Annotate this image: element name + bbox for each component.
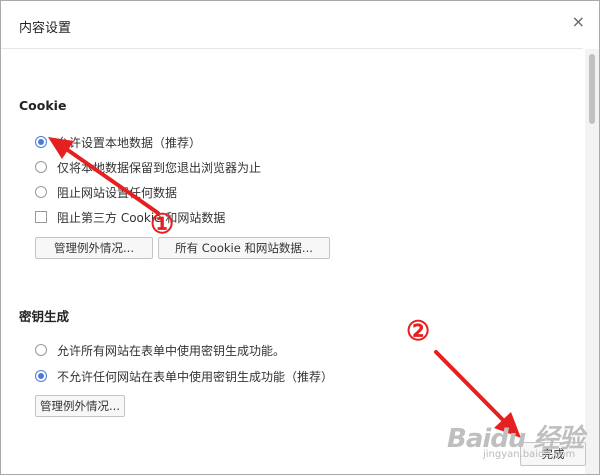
annotation-marker-2: ②: [406, 316, 431, 347]
radio-button-selected[interactable]: [35, 136, 47, 148]
annotation-marker-1: ①: [150, 209, 175, 240]
radio-button-selected[interactable]: [35, 370, 47, 382]
keygen-option-allow-label: 允许所有网站在表单中使用密钥生成功能。: [57, 343, 286, 358]
keygen-manage-exceptions-button[interactable]: 管理例外情况...: [35, 395, 125, 417]
keygen-section-heading: 密钥生成: [19, 309, 70, 324]
scrollbar-thumb[interactable]: [589, 54, 595, 124]
cookie-option-session-only[interactable]: 仅将本地数据保留到您退出浏览器为止: [35, 158, 261, 176]
radio-button[interactable]: [35, 161, 47, 173]
baidu-watermark-url: jingyan.baidu.com: [483, 449, 576, 460]
third-party-checkbox[interactable]: [35, 211, 47, 223]
keygen-option-disallow-label: 不允许任何网站在表单中使用密钥生成功能（推荐）: [57, 369, 334, 384]
cookie-manage-exceptions-button[interactable]: 管理例外情况...: [35, 237, 153, 259]
block-third-party-cookies[interactable]: 阻止第三方 Cookie 和网站数据: [35, 208, 225, 226]
dialog-title: 内容设置: [19, 21, 72, 36]
all-cookies-button[interactable]: 所有 Cookie 和网站数据...: [158, 237, 330, 259]
cookie-option-allow[interactable]: 允许设置本地数据（推荐）: [35, 133, 201, 151]
keygen-option-disallow[interactable]: 不允许任何网站在表单中使用密钥生成功能（推荐）: [35, 367, 333, 385]
close-icon[interactable]: ×: [572, 13, 585, 31]
cookie-option-allow-label: 允许设置本地数据（推荐）: [57, 135, 202, 150]
cookie-option-session-label: 仅将本地数据保留到您退出浏览器为止: [57, 160, 262, 175]
cookie-section-heading: Cookie: [19, 98, 67, 113]
keygen-option-allow[interactable]: 允许所有网站在表单中使用密钥生成功能。: [35, 341, 285, 359]
content-settings-dialog: 内容设置 × Cookie 允许设置本地数据（推荐） 仅将本地数据保留到您退出浏…: [0, 0, 600, 475]
block-third-party-label: 阻止第三方 Cookie 和网站数据: [57, 210, 226, 225]
cookie-option-block-label: 阻止网站设置任何数据: [57, 185, 178, 200]
cookie-option-block[interactable]: 阻止网站设置任何数据: [35, 183, 177, 201]
radio-button[interactable]: [35, 344, 47, 356]
title-divider: [1, 48, 583, 49]
radio-button[interactable]: [35, 186, 47, 198]
